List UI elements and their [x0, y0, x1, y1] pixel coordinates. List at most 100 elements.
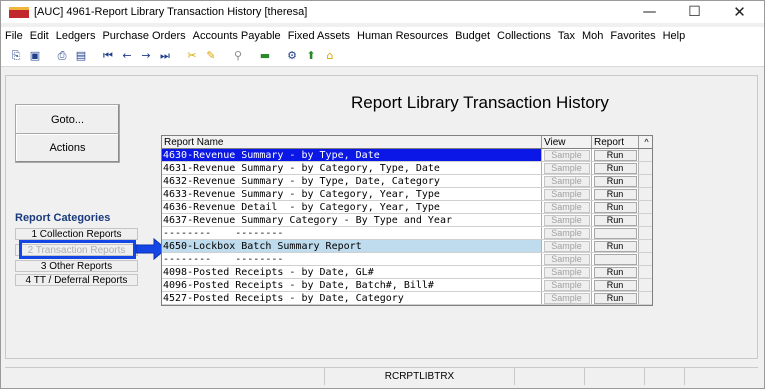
- menu-file[interactable]: File: [5, 30, 23, 42]
- report-name-cell[interactable]: 4633-Revenue Summary - by Category, Year…: [162, 188, 542, 200]
- run-button[interactable]: Run: [593, 279, 637, 291]
- sample-button[interactable]: Sample: [543, 149, 590, 161]
- table-row[interactable]: 4632-Revenue Summary - by Type, Date, Ca…: [162, 175, 652, 188]
- sample-button[interactable]: Sample: [543, 201, 590, 213]
- sample-button[interactable]: Sample: [543, 292, 590, 304]
- report-name-cell[interactable]: 4636-Revenue Detail - by Category, Year,…: [162, 201, 542, 213]
- run-button[interactable]: Run: [593, 188, 637, 200]
- tools2-icon[interactable]: ✎: [204, 49, 218, 63]
- scrollbar-track[interactable]: [639, 240, 652, 252]
- report-name-cell[interactable]: 4650-Lockbox Batch Summary Report: [162, 240, 542, 252]
- table-row[interactable]: -------- -------- Sample: [162, 253, 652, 266]
- sample-button[interactable]: Sample: [543, 175, 590, 187]
- scrollbar-track[interactable]: [639, 175, 652, 187]
- report-name-cell[interactable]: 4630-Revenue Summary - by Type, Date: [162, 149, 542, 161]
- menu-human-resources[interactable]: Human Resources: [357, 30, 448, 42]
- print-icon[interactable]: ⎙: [55, 49, 69, 63]
- scrollbar-track[interactable]: [639, 227, 652, 239]
- report-name-cell[interactable]: -------- --------: [162, 253, 542, 265]
- import-icon[interactable]: ⌂: [323, 49, 337, 63]
- report-name-cell[interactable]: 4527-Posted Receipts - by Date, Category: [162, 292, 542, 304]
- view-icon[interactable]: ▬: [258, 49, 272, 63]
- scrollbar-track[interactable]: [639, 292, 652, 304]
- run-button[interactable]: Run: [593, 240, 637, 252]
- report-name-cell[interactable]: 4096-Posted Receipts - by Date, Batch#, …: [162, 279, 542, 291]
- table-row[interactable]: 4633-Revenue Summary - by Category, Year…: [162, 188, 652, 201]
- maximize-button[interactable]: ☐: [672, 1, 717, 23]
- sample-button[interactable]: Sample: [543, 162, 590, 174]
- run-button[interactable]: Run: [593, 292, 637, 304]
- table-row[interactable]: -------- -------- Sample: [162, 227, 652, 240]
- sample-button[interactable]: Sample: [543, 279, 590, 291]
- table-row[interactable]: 4098-Posted Receipts - by Date, GL# Sampl…: [162, 266, 652, 279]
- next-record-icon[interactable]: →: [139, 49, 153, 63]
- report-name-cell[interactable]: -------- --------: [162, 227, 542, 239]
- table-row[interactable]: 4650-Lockbox Batch Summary Report Sample R…: [162, 240, 652, 253]
- menu-favorites[interactable]: Favorites: [610, 30, 655, 42]
- find-icon[interactable]: ⚲: [231, 49, 245, 63]
- copy-icon[interactable]: ⎘: [9, 49, 23, 63]
- menu-help[interactable]: Help: [663, 30, 686, 42]
- menu-edit[interactable]: Edit: [30, 30, 49, 42]
- run-button[interactable]: Run: [593, 214, 637, 226]
- table-row[interactable]: 4636-Revenue Detail - by Category, Year,…: [162, 201, 652, 214]
- category-collection-reports[interactable]: 1 Collection Reports: [15, 228, 138, 240]
- table-row[interactable]: 4096-Posted Receipts - by Date, Batch#, …: [162, 279, 652, 292]
- scrollbar-track[interactable]: [639, 266, 652, 278]
- category-tt-deferral-reports[interactable]: 4 TT / Deferral Reports: [15, 274, 138, 286]
- table-row[interactable]: 4630-Revenue Summary - by Type, Date Samp…: [162, 149, 652, 162]
- header-report[interactable]: Report: [592, 136, 639, 148]
- scrollbar-track[interactable]: [639, 253, 652, 265]
- actions-button[interactable]: Actions: [15, 133, 120, 163]
- scrollbar-track[interactable]: [639, 162, 652, 174]
- sample-button[interactable]: Sample: [543, 188, 590, 200]
- scrollbar-track[interactable]: [639, 188, 652, 200]
- last-record-icon[interactable]: ⏭: [158, 49, 172, 63]
- table-row[interactable]: 4631-Revenue Summary - by Category, Type…: [162, 162, 652, 175]
- sample-button[interactable]: Sample: [543, 266, 590, 278]
- report-name-cell[interactable]: 4098-Posted Receipts - by Date, GL#: [162, 266, 542, 278]
- header-report-name[interactable]: Report Name: [162, 136, 542, 148]
- menu-accounts-payable[interactable]: Accounts Payable: [193, 30, 281, 42]
- report-name-cell[interactable]: 4631-Revenue Summary - by Category, Type…: [162, 162, 542, 174]
- run-button[interactable]: [593, 227, 637, 239]
- scrollbar-track[interactable]: [639, 201, 652, 213]
- previous-record-icon[interactable]: ←: [120, 49, 134, 63]
- scrollbar-track[interactable]: [639, 214, 652, 226]
- close-button[interactable]: ✕: [717, 1, 762, 23]
- run-button[interactable]: Run: [593, 162, 637, 174]
- menu-purchase-orders[interactable]: Purchase Orders: [102, 30, 185, 42]
- scrollbar-track[interactable]: [639, 149, 652, 161]
- menu-collections[interactable]: Collections: [497, 30, 551, 42]
- print-preview-icon[interactable]: ▤: [74, 49, 88, 63]
- menu-moh[interactable]: Moh: [582, 30, 603, 42]
- report-name-cell[interactable]: 4632-Revenue Summary - by Type, Date, Ca…: [162, 175, 542, 187]
- scroll-up-icon[interactable]: ^: [639, 136, 652, 148]
- run-button[interactable]: Run: [593, 201, 637, 213]
- sample-button[interactable]: Sample: [543, 227, 590, 239]
- run-button[interactable]: Run: [593, 266, 637, 278]
- scrollbar-track[interactable]: [639, 279, 652, 291]
- report-name-cell[interactable]: 4637-Revenue Summary Category - By Type …: [162, 214, 542, 226]
- paste-icon[interactable]: ▣: [28, 49, 42, 63]
- sample-button[interactable]: Sample: [543, 240, 590, 252]
- export-icon[interactable]: ⬆: [304, 49, 318, 63]
- tools-icon[interactable]: ✂: [185, 49, 199, 63]
- table-row[interactable]: 4637-Revenue Summary Category - By Type …: [162, 214, 652, 227]
- header-view[interactable]: View: [542, 136, 592, 148]
- run-button[interactable]: Run: [593, 149, 637, 161]
- menu-fixed-assets[interactable]: Fixed Assets: [288, 30, 350, 42]
- minimize-button[interactable]: —: [627, 1, 672, 23]
- sample-button[interactable]: Sample: [543, 253, 590, 265]
- sample-button[interactable]: Sample: [543, 214, 590, 226]
- run-button[interactable]: Run: [593, 175, 637, 187]
- run-button[interactable]: [593, 253, 637, 265]
- menu-budget[interactable]: Budget: [455, 30, 490, 42]
- settings-icon[interactable]: ⚙: [285, 49, 299, 63]
- menu-tax[interactable]: Tax: [558, 30, 575, 42]
- menu-ledgers[interactable]: Ledgers: [56, 30, 96, 42]
- category-other-reports[interactable]: 3 Other Reports: [15, 260, 138, 272]
- goto-button[interactable]: Goto...: [15, 104, 120, 136]
- first-record-icon[interactable]: ⏮: [101, 49, 115, 63]
- table-row[interactable]: 4527-Posted Receipts - by Date, Category…: [162, 292, 652, 305]
